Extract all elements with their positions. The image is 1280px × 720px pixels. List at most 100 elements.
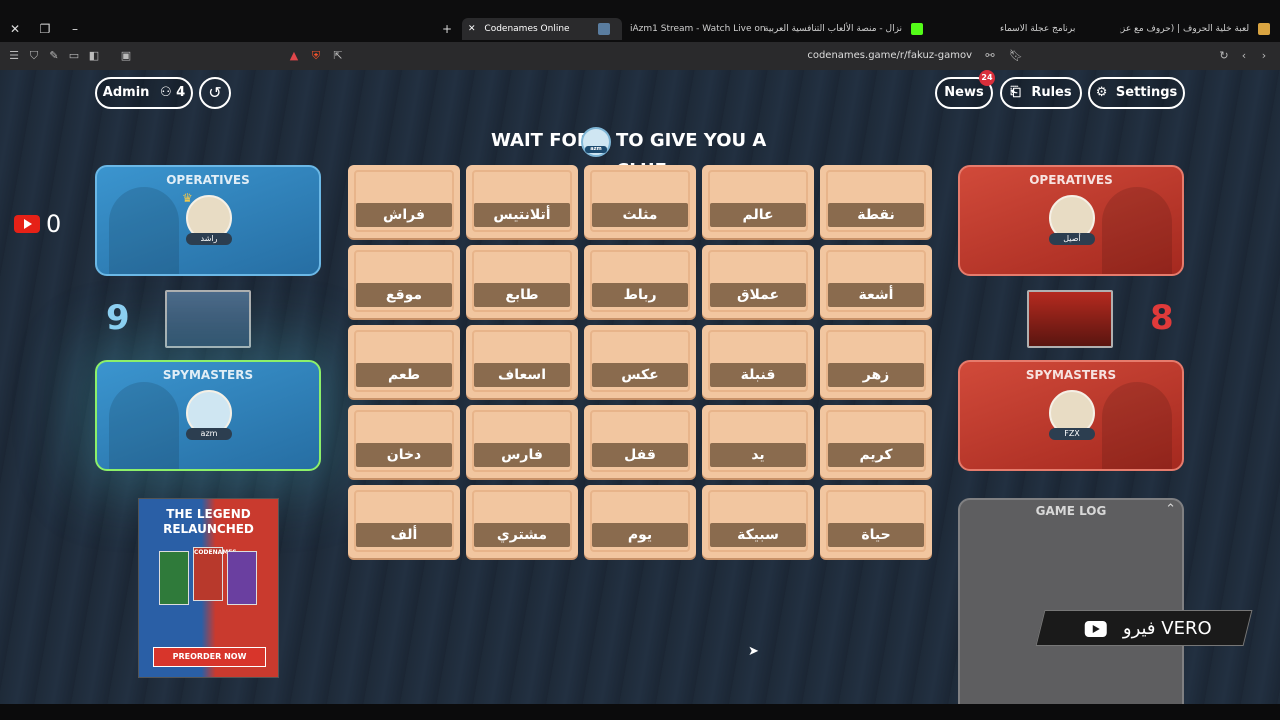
blue-operatives-panel[interactable]: OPERATIVES ♛ راشد (95, 165, 321, 276)
tab-close-icon[interactable]: ✕ (468, 24, 476, 34)
card-word: فارس (474, 443, 570, 467)
chevron-up-icon[interactable]: ⌃ (1165, 502, 1176, 517)
crown-icon: ♛ (182, 191, 193, 205)
bookmark-icon[interactable]: 🔖︎ (1008, 48, 1024, 64)
red-operatives-panel[interactable]: OPERATIVES أصيل (958, 165, 1184, 276)
admin-button[interactable]: Admin ⚇ 4 (95, 77, 193, 109)
kick-favicon (910, 22, 923, 35)
share-icon[interactable]: ⇱ (330, 48, 346, 64)
brave-rewards-icon[interactable]: ▲ (286, 48, 302, 64)
preorder-button[interactable]: PREORDER NOW (153, 647, 266, 667)
shield-icon[interactable]: ⛉ (26, 48, 42, 64)
word-card[interactable]: أتلانتيس (466, 165, 578, 238)
restore-window-icon[interactable]: ❐ (34, 18, 56, 40)
blue-operative-art (109, 187, 179, 274)
blue-agent-portrait (165, 290, 251, 348)
ad-product-boxes: CODENAMES (159, 547, 259, 607)
word-card[interactable]: يوم (584, 485, 696, 558)
minimize-window-icon[interactable]: – (64, 18, 86, 40)
reader-icon[interactable]: ▣ (118, 48, 134, 64)
extensions-icon[interactable]: ✎ (46, 48, 62, 64)
word-card[interactable]: فارس (466, 405, 578, 478)
reload-icon[interactable]: ↻ (1216, 48, 1232, 64)
tab-name-wheel[interactable]: برنامج عجلة الاسماء (1000, 18, 1110, 40)
card-word: حياة (828, 523, 924, 547)
word-card[interactable]: قنبلة (702, 325, 814, 398)
word-card[interactable]: حياة (820, 485, 932, 558)
menu-icon[interactable]: ☰ (6, 48, 22, 64)
browser-toolbar: ☰ ⛉ ✎ ▭ ◧ ▣ ▲ ⛨ ⇱ codenames.game/r/fakuz… (0, 42, 1280, 70)
settings-button[interactable]: ⚙ Settings (1088, 77, 1185, 109)
word-card[interactable]: مثلث (584, 165, 696, 238)
word-card[interactable]: سبيكة (702, 485, 814, 558)
word-card[interactable]: كريم (820, 405, 932, 478)
sidebar-icon[interactable]: ◧ (86, 48, 102, 64)
red-operative-art (1102, 187, 1172, 274)
blue-operatives-title: OPERATIVES (166, 173, 250, 187)
tabs-icon[interactable]: ▭ (66, 48, 82, 64)
clue-prompt: WAIT FOR azm TO GIVE YOU A CLUE (480, 126, 800, 181)
red-spymasters-panel[interactable]: SPYMASTERS FZX (958, 360, 1184, 471)
link-icon[interactable]: ⚯ (982, 48, 998, 64)
youtube-play-icon (1084, 621, 1107, 637)
promo-ad[interactable]: THE LEGEND RELAUNCHED CODENAMES PREORDER… (138, 498, 279, 678)
card-word: يوم (592, 523, 688, 547)
word-card[interactable]: اسعاف (466, 325, 578, 398)
word-card[interactable]: ألف (348, 485, 460, 558)
history-button[interactable]: ↺ (199, 77, 231, 109)
blue-spymaster-art (109, 382, 179, 469)
close-window-icon[interactable]: ✕ (4, 18, 26, 40)
tab-label: نزال - منصة الألعاب التنافسية العربية (764, 24, 903, 34)
word-card[interactable]: أشعة (820, 245, 932, 318)
blue-spymasters-title: SPYMASTERS (162, 368, 254, 382)
word-card[interactable]: يد (702, 405, 814, 478)
card-word: دخان (356, 443, 452, 467)
back-icon[interactable]: ‹ (1236, 48, 1252, 64)
purple-game-box (227, 551, 257, 605)
address-bar[interactable]: ▲ ⛨ ⇱ codenames.game/r/fakuz-gamov ⚯ (280, 45, 1002, 67)
word-card[interactable]: رباط (584, 245, 696, 318)
tab-nizal[interactable]: نزال - منصة الألعاب التنافسية العربية (764, 18, 944, 40)
brave-shield-icon[interactable]: ⛨ (308, 48, 324, 64)
ad-headline: THE LEGEND RELAUNCHED (163, 507, 254, 536)
tab-label: برنامج عجلة الاسماء (1000, 24, 1076, 34)
word-card[interactable]: عكس (584, 325, 696, 398)
word-card[interactable]: طابع (466, 245, 578, 318)
card-word: مثلث (592, 203, 688, 227)
word-card[interactable]: دخان (348, 405, 460, 478)
news-button[interactable]: News 24 (935, 70, 995, 109)
card-word: عالم (710, 203, 806, 227)
new-tab-button[interactable]: + (436, 18, 458, 40)
card-word: قفل (592, 443, 688, 467)
news-label: News (944, 85, 984, 100)
blue-spymasters-panel[interactable]: SPYMASTERS azm (95, 360, 321, 471)
word-card[interactable]: عملاق (702, 245, 814, 318)
word-card[interactable]: مشتري (466, 485, 578, 558)
card-word: زهر (828, 363, 924, 387)
word-card[interactable]: طعم (348, 325, 460, 398)
tab-label: Codenames Online (484, 24, 570, 34)
word-card[interactable]: فراش (348, 165, 460, 238)
word-card[interactable]: عالم (702, 165, 814, 238)
forward-icon[interactable]: › (1256, 48, 1272, 64)
card-word: عملاق (710, 283, 806, 307)
word-card[interactable]: موقع (348, 245, 460, 318)
red-game-box: CODENAMES (193, 547, 237, 601)
card-word: موقع (356, 283, 452, 307)
word-board: فراش أتلانتيس مثلث عالم نقطة موقع طابع رباط عملا… (348, 165, 932, 558)
game-log-panel[interactable]: GAME LOG ⌃ (958, 498, 1184, 704)
word-card[interactable]: زهر (820, 325, 932, 398)
card-word: فراش (356, 203, 452, 227)
player-name: azm (186, 428, 232, 440)
player-name: أصيل (1049, 233, 1095, 245)
tab-codenames[interactable]: ✕ Codenames Online (462, 18, 622, 40)
card-word: أشعة (828, 283, 924, 307)
word-card[interactable]: قفل (584, 405, 696, 478)
word-card[interactable]: نقطة (820, 165, 932, 238)
tab-letters-cell[interactable]: لعبة خلية الحروف | (حروف مع عزيز) خلية (1120, 18, 1276, 40)
rules-button[interactable]: ⎗ Rules (1000, 77, 1082, 109)
spymaster-avatar: azm (581, 127, 611, 157)
bookmark-rules-icon: ⎗ (1010, 85, 1021, 100)
red-agent-portrait (1027, 290, 1113, 348)
tab-kick-stream[interactable]: iAzm1 Stream - Watch Live on Kick (626, 18, 766, 40)
